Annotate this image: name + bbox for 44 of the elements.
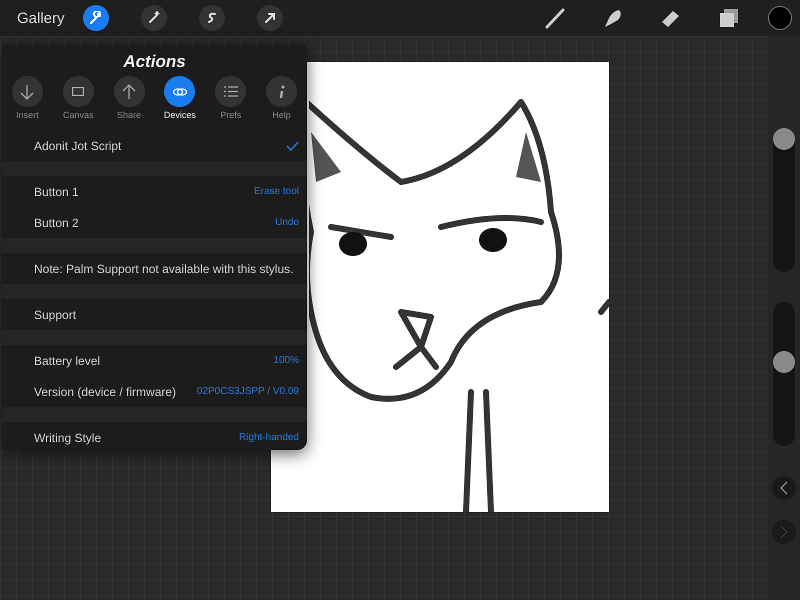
row-value[interactable]: Undo: [275, 217, 299, 228]
row-label: Button 2: [34, 216, 79, 230]
row-label: Button 1: [34, 184, 79, 198]
cursor-arrow-icon: [262, 11, 277, 25]
chevron-left-icon: [780, 481, 788, 495]
note-text: Note: Palm Support not available with this stylus.: [34, 262, 294, 276]
color-swatch[interactable]: [768, 6, 792, 30]
wrench-icon: [88, 11, 103, 25]
row-value[interactable]: Right-handed: [238, 432, 299, 443]
toolbar-tool-button[interactable]: [256, 5, 283, 31]
toolbar-tool-button[interactable]: [140, 5, 167, 31]
down-arrow-icon: [20, 84, 34, 100]
layers-icon: [718, 7, 740, 29]
slider-track[interactable]: [773, 302, 795, 446]
actions-tab[interactable]: Help: [258, 76, 306, 120]
slider-track[interactable]: [773, 128, 795, 272]
row-label: Version (device / firmware): [34, 384, 176, 398]
toolbar-tool-button[interactable]: [198, 5, 225, 31]
info-icon: [278, 84, 286, 98]
link-icon: [172, 86, 188, 96]
row-label: Battery level: [34, 354, 100, 368]
magic-wand-icon: [146, 11, 161, 25]
actions-tab[interactable]: Insert: [3, 76, 52, 120]
slider-thumb[interactable]: [773, 350, 795, 373]
toolbar-tool-button[interactable]: [82, 5, 109, 31]
panel-title: Actions: [122, 51, 187, 72]
up-arrow-icon: [122, 84, 136, 100]
slider-thumb[interactable]: [773, 128, 795, 150]
row-value[interactable]: Erase tool: [254, 186, 299, 197]
actions-tab[interactable]: Prefs: [206, 76, 255, 120]
row-value[interactable]: 02P0CS3JSPP / V0.09: [196, 386, 299, 397]
support-link[interactable]: Support: [34, 308, 76, 322]
brush-icon: [543, 6, 567, 30]
actions-tab[interactable]: Devices: [156, 76, 204, 120]
chevron-right-icon: [780, 525, 788, 539]
actions-tab[interactable]: Canvas: [54, 76, 102, 120]
row-value[interactable]: 100%: [273, 355, 299, 366]
undo-button[interactable]: [772, 476, 796, 500]
list-icon: [224, 86, 238, 97]
row-label: Writing Style: [34, 430, 102, 444]
row-label: Adonit Jot Script: [34, 138, 122, 152]
device-row[interactable]: Adonit Jot Script: [2, 130, 307, 161]
actions-tab[interactable]: Share: [105, 76, 154, 120]
gallery-button[interactable]: Gallery: [17, 10, 65, 26]
